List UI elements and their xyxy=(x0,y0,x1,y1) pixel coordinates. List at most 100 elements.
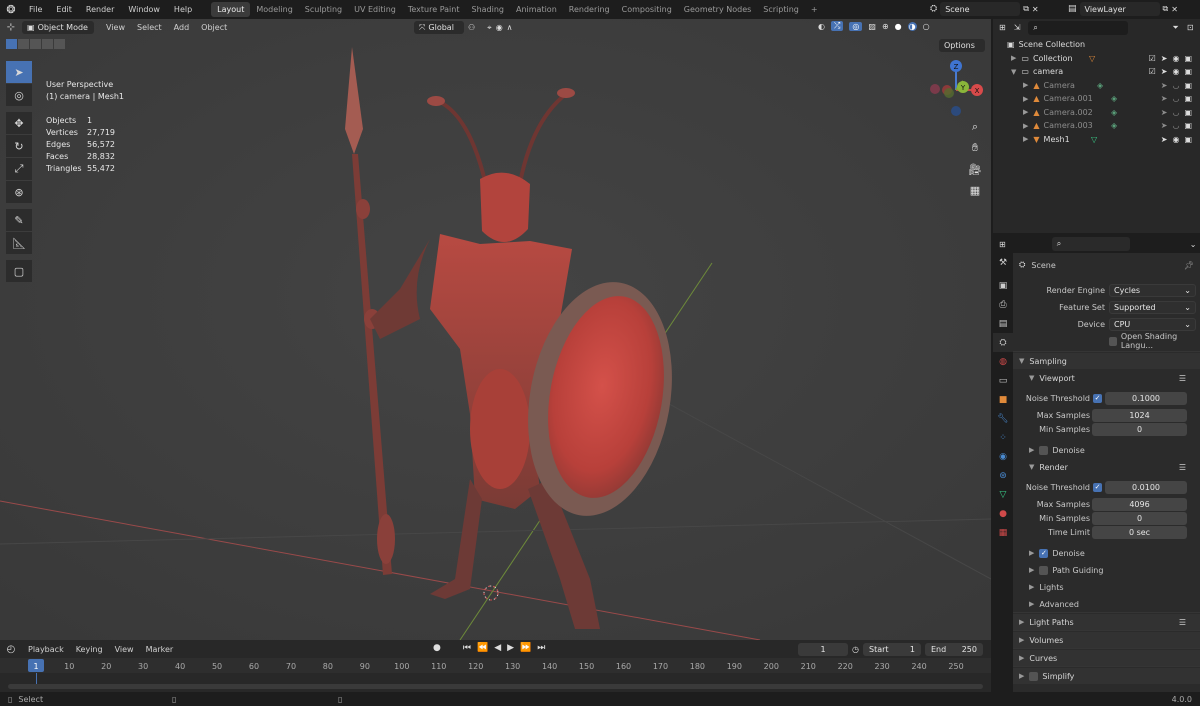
outliner-row-mesh1[interactable]: ▶ ▼ Mesh1 ▽ ➤ ◉ ▣ xyxy=(993,133,1200,147)
add-cube-tool[interactable]: ▢ xyxy=(6,260,32,282)
editor-type-icon[interactable]: ⊹ xyxy=(0,22,22,33)
viewport-denoise-checkbox[interactable] xyxy=(1039,445,1049,455)
menu-help[interactable]: Help xyxy=(167,5,199,14)
current-frame-field[interactable]: 1 xyxy=(798,643,848,656)
xray-icon[interactable]: ▨ xyxy=(868,22,876,31)
outliner-editor-icon[interactable]: ⊞ xyxy=(999,23,1006,32)
perspective-grid-icon[interactable]: ▦ xyxy=(965,180,985,200)
copy-view-layer-icon[interactable]: ⧉ xyxy=(1163,4,1169,14)
outliner-row-camera-1[interactable]: ▶ ▲ Camera.001 ◈ ➤ ◡ ▣ xyxy=(993,92,1200,106)
filter-icon[interactable]: ⏷ xyxy=(1172,23,1178,33)
path-guiding-checkbox[interactable] xyxy=(1039,565,1049,575)
pin-icon[interactable]: 📌︎ xyxy=(1184,261,1194,270)
menu-window[interactable]: Window xyxy=(121,5,167,14)
properties-editor-icon[interactable]: ⊞ xyxy=(999,240,1006,249)
menu-select[interactable]: Select xyxy=(131,23,168,32)
overlay-toggle-icon[interactable]: ◎ xyxy=(849,21,863,31)
copy-scene-icon[interactable]: ⧉ xyxy=(1023,4,1029,14)
curves-panel[interactable]: ▶ Curves xyxy=(1013,650,1200,666)
menu-object[interactable]: Object xyxy=(195,23,233,32)
options-icon[interactable]: ⌄ xyxy=(1190,240,1197,249)
viewport-denoise-row[interactable]: ▶ Denoise xyxy=(1013,442,1200,458)
particles-tab-icon[interactable]: ⁘ xyxy=(993,428,1013,447)
close-scene-icon[interactable]: ✕ xyxy=(1032,5,1039,14)
preset-list-icon[interactable]: ☰ xyxy=(1179,463,1186,472)
options-button[interactable]: Options xyxy=(939,39,985,52)
jump-end-icon[interactable]: ⏭ xyxy=(537,643,545,653)
camera-render-icon[interactable]: ▣ xyxy=(1184,81,1192,90)
view-layer-tab-icon[interactable]: ▤ xyxy=(993,314,1013,333)
wireframe-shading-icon[interactable]: ⊕ xyxy=(882,22,889,31)
world-tab-icon[interactable]: ◍ xyxy=(993,352,1013,371)
menu-playback[interactable]: Playback xyxy=(22,645,70,654)
menu-keying[interactable]: Keying xyxy=(70,645,109,654)
play-icon[interactable]: ▶ xyxy=(507,643,514,653)
outliner-row-collection[interactable]: ▶ ▭ Collection ▽ ☑ ➤ ◉ ▣ xyxy=(993,52,1200,66)
camera-render-icon[interactable]: ▣ xyxy=(1184,67,1192,76)
physics-tab-icon[interactable]: ◉ xyxy=(993,447,1013,466)
lights-subpanel[interactable]: ▶ Lights xyxy=(1013,579,1200,595)
end-frame-field[interactable]: End 250 xyxy=(924,643,983,656)
camera-view-icon[interactable]: 🎥︎ xyxy=(965,159,985,179)
transform-tool[interactable]: ⊛ xyxy=(6,181,32,203)
cursor-tool[interactable]: ◎ xyxy=(6,84,32,106)
time-limit-field[interactable]: 0 sec xyxy=(1092,525,1187,539)
start-frame-field[interactable]: Start 1 xyxy=(862,643,921,656)
menu-render[interactable]: Render xyxy=(79,5,121,14)
exclude-checkbox[interactable]: ☑ xyxy=(1149,54,1156,63)
simplify-checkbox[interactable] xyxy=(1029,671,1039,681)
light-paths-panel[interactable]: ▶ Light Paths ☰ xyxy=(1013,614,1200,630)
select-extend-icon[interactable] xyxy=(18,39,29,49)
tab-layout[interactable]: Layout xyxy=(211,2,251,17)
record-icon[interactable]: ● xyxy=(433,643,441,653)
exclude-checkbox[interactable]: ☑ xyxy=(1149,67,1156,76)
select-invert-icon[interactable] xyxy=(42,39,53,49)
eye-icon[interactable]: ◉ xyxy=(1172,135,1179,144)
camera-render-icon[interactable]: ▣ xyxy=(1184,94,1192,103)
advanced-subpanel[interactable]: ▶ Advanced xyxy=(1013,596,1200,612)
visibility-icon[interactable]: ◐ xyxy=(818,22,825,31)
device-dropdown[interactable]: CPU ⌄ xyxy=(1109,317,1196,331)
falloff-icon[interactable]: ∧ xyxy=(507,23,513,32)
orientation-dropdown[interactable]: ⤧ Global xyxy=(414,21,464,34)
rendered-shading-icon[interactable]: ○ xyxy=(923,22,930,31)
data-tab-icon[interactable]: ▽ xyxy=(993,485,1013,504)
tab-compositing[interactable]: Compositing xyxy=(616,2,678,17)
proportional-edit-icon[interactable]: ◉ xyxy=(496,23,503,32)
timeline-scrollbar[interactable] xyxy=(8,684,983,689)
select-box-tool[interactable]: ➤ xyxy=(6,61,32,83)
jump-start-icon[interactable]: ⏮ xyxy=(463,643,471,653)
annotate-tool[interactable]: ✎ xyxy=(6,209,32,231)
view-layer-field[interactable]: ViewLayer xyxy=(1079,2,1160,16)
select-intersect-icon[interactable] xyxy=(54,39,65,49)
tab-sculpting[interactable]: Sculpting xyxy=(299,2,348,17)
new-collection-icon[interactable]: ⊡ xyxy=(1187,23,1194,32)
camera-render-icon[interactable]: ▣ xyxy=(1184,135,1192,144)
render-engine-dropdown[interactable]: Cycles ⌄ xyxy=(1109,283,1196,297)
select-arrow-icon[interactable]: ➤ xyxy=(1161,121,1168,130)
material-shading-icon[interactable]: ◑ xyxy=(907,21,917,31)
expand-arrow-icon[interactable]: ▶ xyxy=(1023,122,1028,130)
tab-geometry-nodes[interactable]: Geometry Nodes xyxy=(678,2,757,17)
modifier-tab-icon[interactable]: 🔧︎ xyxy=(993,409,1013,428)
outliner-row-camera-0[interactable]: ▶ ▲ Camera ◈ ➤ ◡ ▣ xyxy=(993,79,1200,93)
select-arrow-icon[interactable]: ➤ xyxy=(1161,135,1168,144)
render-noise-field[interactable]: 0.0100 xyxy=(1105,480,1187,494)
object-tab-icon[interactable]: ■ xyxy=(993,390,1013,409)
hidden-eye-icon[interactable]: ◡ xyxy=(1172,81,1179,90)
collapse-arrow-icon[interactable]: ▼ xyxy=(1011,68,1016,76)
eye-icon[interactable]: ◉ xyxy=(1172,67,1179,76)
expand-arrow-icon[interactable]: ▶ xyxy=(1011,54,1016,62)
collection-tab-icon[interactable]: ▭ xyxy=(993,371,1013,390)
render-tab-icon[interactable]: ▣ xyxy=(993,276,1013,295)
menu-edit[interactable]: Edit xyxy=(49,5,79,14)
scene-tab-icon[interactable]: ⛭ xyxy=(993,333,1013,352)
viewport-subpanel-header[interactable]: ▼ Viewport ☰ xyxy=(1013,370,1200,386)
camera-render-icon[interactable]: ▣ xyxy=(1184,121,1192,130)
material-tab-icon[interactable]: ● xyxy=(993,504,1013,523)
menu-add[interactable]: Add xyxy=(168,23,196,32)
outliner-search-input[interactable]: ⌕ xyxy=(1028,20,1129,35)
volumes-panel[interactable]: ▶ Volumes xyxy=(1013,632,1200,648)
select-arrow-icon[interactable]: ➤ xyxy=(1161,67,1168,76)
select-arrow-icon[interactable]: ➤ xyxy=(1161,54,1168,63)
